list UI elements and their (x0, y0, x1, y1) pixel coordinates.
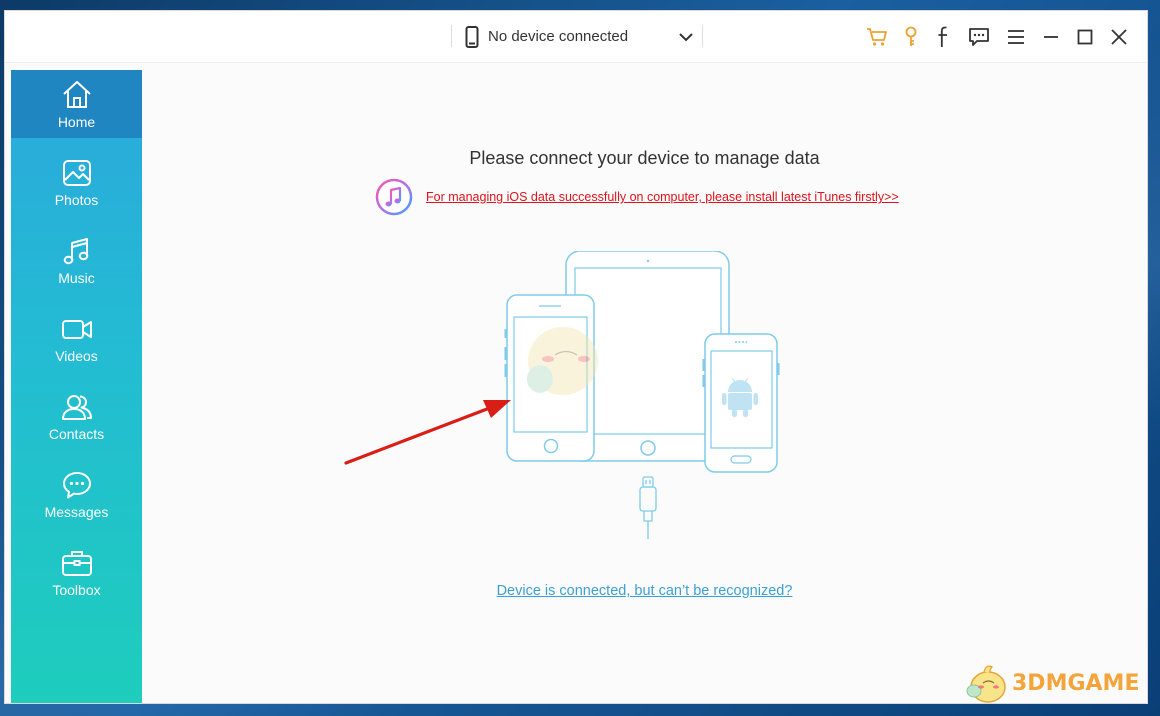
install-itunes-link[interactable]: For managing iOS data successfully on co… (426, 190, 899, 204)
usb-cable-icon (639, 476, 657, 539)
device-not-recognized-link[interactable]: Device is connected, but can’t be recogn… (497, 583, 793, 599)
sidebar-item-photos[interactable]: Photos (11, 148, 142, 216)
sidebar: Home Photos Music Videos Contacts Messag… (11, 70, 142, 703)
connect-device-illustration (344, 251, 780, 539)
sidebar-item-music[interactable]: Music (11, 226, 142, 294)
itunes-icon (375, 178, 413, 216)
sidebar-item-label: Messages (44, 504, 109, 520)
photos-icon (62, 160, 91, 186)
sidebar-item-label: Home (57, 114, 96, 130)
close-icon[interactable] (1107, 25, 1131, 49)
facebook-icon[interactable] (932, 25, 956, 49)
sidebar-item-home[interactable]: Home (11, 70, 142, 138)
phone-icon (465, 25, 479, 48)
red-arrow-pointer (344, 400, 511, 465)
messages-icon (62, 472, 91, 499)
page-title: Please connect your device to manage dat… (469, 148, 820, 168)
videos-icon (61, 320, 92, 339)
device-selector-dropdown[interactable]: No device connected (455, 19, 702, 54)
device-selector-label: No device connected (488, 28, 629, 45)
title-bar: No device connected (5, 11, 1147, 63)
maximize-icon[interactable] (1073, 25, 1097, 49)
home-icon (62, 81, 91, 108)
itunes-notice: For managing iOS data successfully on co… (375, 178, 899, 216)
sidebar-item-label: Toolbox (52, 582, 101, 598)
separator (702, 25, 703, 47)
iphone-outline (504, 294, 598, 462)
app-window: No device connected Home Photos Music Vi… (5, 11, 1147, 703)
sidebar-item-videos[interactable]: Videos (11, 304, 142, 372)
minimize-icon[interactable] (1039, 25, 1063, 49)
music-icon (63, 238, 88, 265)
menu-icon[interactable] (1004, 25, 1028, 49)
sidebar-item-label: Videos (55, 348, 98, 364)
toolbox-icon (61, 551, 92, 576)
cart-icon[interactable] (865, 25, 889, 49)
sidebar-item-label: Contacts (48, 426, 105, 442)
key-icon[interactable] (899, 25, 923, 49)
android-phone-outline (702, 333, 780, 473)
chevron-down-icon (679, 33, 693, 42)
watermark-text: 3DMGAME (1012, 670, 1140, 696)
feedback-icon[interactable] (967, 25, 991, 49)
sidebar-item-toolbox[interactable]: Toolbox (11, 538, 142, 606)
sidebar-item-label: Photos (54, 192, 99, 208)
help-link-container: Device is connected, but can’t be recogn… (142, 582, 1147, 600)
sidebar-item-contacts[interactable]: Contacts (11, 382, 142, 450)
sidebar-item-label: Music (58, 270, 95, 286)
mascot-logo-icon (966, 665, 1006, 703)
watermark: 3DMGAME (962, 661, 1139, 705)
sidebar-item-messages[interactable]: Messages (11, 460, 142, 528)
contacts-icon (61, 395, 92, 420)
separator (451, 25, 452, 47)
